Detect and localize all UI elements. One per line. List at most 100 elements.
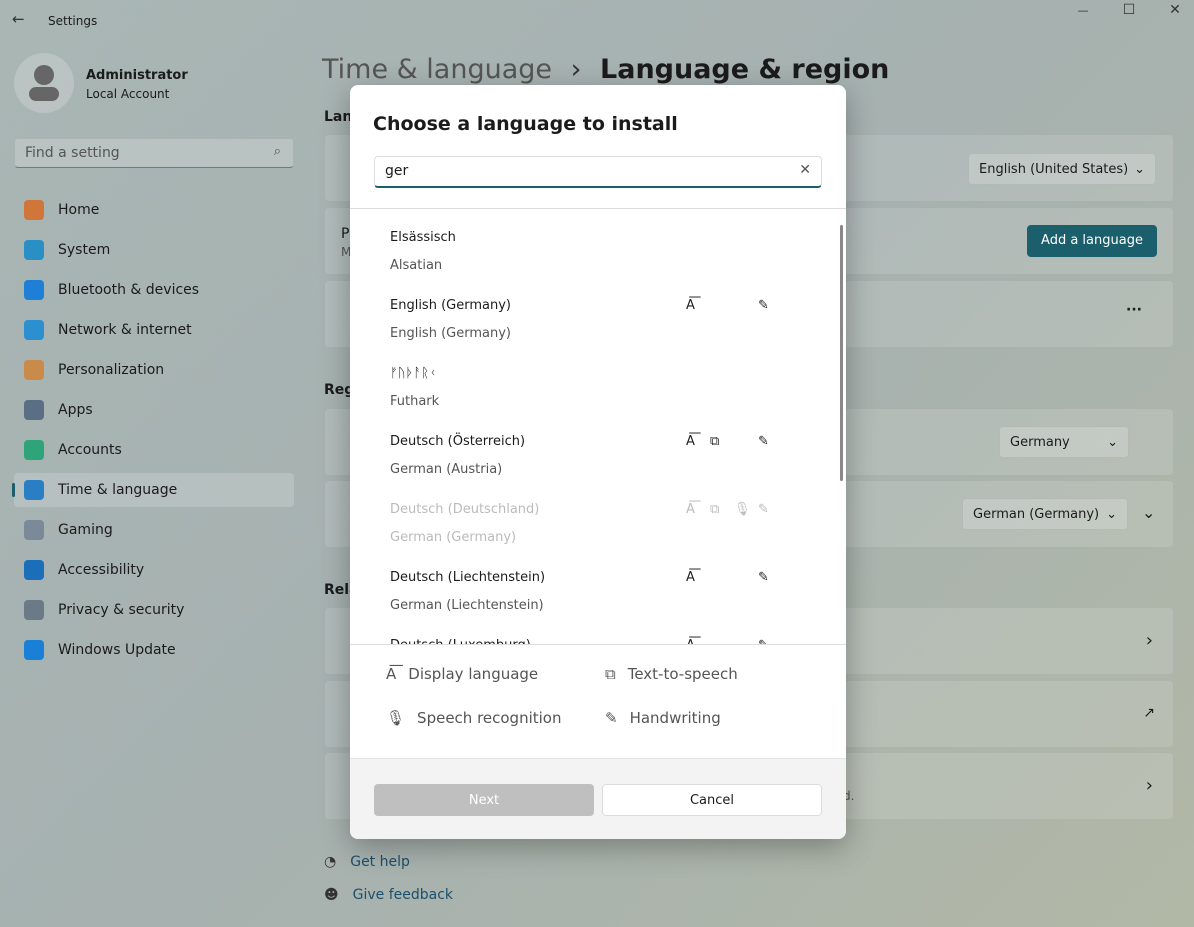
next-button[interactable]: Next	[374, 784, 594, 816]
maximize-button[interactable]: ☐	[1109, 2, 1149, 18]
display-feature-icon: A͞	[686, 298, 695, 313]
chevron-down-icon: ⌄	[1107, 434, 1118, 450]
minimize-button[interactable]: —	[1063, 4, 1103, 17]
sidebar-icon	[24, 480, 44, 500]
sidebar-item-label: Privacy & security	[58, 602, 185, 618]
sidebar-icon	[24, 400, 44, 420]
sidebar-item-system[interactable]: System	[14, 233, 294, 267]
sidebar-item-label: Personalization	[58, 362, 165, 378]
native-name: Deutsch (Deutschland)	[390, 502, 540, 517]
sidebar-item-accessibility[interactable]: Accessibility	[14, 553, 294, 587]
breadcrumb-parent[interactable]: Time & language	[322, 54, 552, 85]
card-title: P	[341, 226, 350, 242]
display-language-dropdown[interactable]: English (United States) ⌄	[968, 153, 1156, 185]
display-feature-icon: A͞	[686, 570, 695, 585]
legend-display: A͞ Display language	[386, 665, 538, 683]
sidebar-item-network-internet[interactable]: Network & internet	[14, 313, 294, 347]
search-icon: ⌕	[273, 144, 281, 159]
give-feedback-link[interactable]: ☻ Give feedback	[324, 887, 453, 903]
country-value: Germany	[1010, 434, 1070, 450]
sidebar-item-label: System	[58, 242, 111, 258]
english-name: German (Liechtenstein)	[390, 598, 544, 613]
get-help-link[interactable]: ◔ Get help	[324, 854, 410, 870]
display-language-icon: A͞	[386, 665, 397, 683]
display-feature-icon: A͞	[686, 638, 695, 644]
sidebar-icon	[24, 440, 44, 460]
sidebar-icon	[24, 240, 44, 260]
window-title: Settings	[48, 14, 98, 28]
regional-format-value: German (Germany)	[973, 506, 1100, 522]
search-placeholder: Find a setting	[25, 145, 120, 161]
search-input[interactable]: Find a setting ⌕	[14, 138, 294, 168]
page-title: Language & region	[600, 54, 890, 85]
language-option[interactable]: Deutsch (Liechtenstein) German (Liechtens…	[390, 557, 820, 625]
feedback-icon: ☻	[324, 887, 339, 903]
handwriting-feature-icon: ✎	[758, 502, 769, 517]
language-search-input[interactable]: ger ✕	[374, 156, 822, 188]
language-option[interactable]: ᚠᚢᚦᚨᚱᚲ Futhark	[390, 353, 820, 421]
native-name: Elsässisch	[390, 230, 456, 245]
handwriting-feature-icon: ✎	[758, 434, 769, 449]
sidebar-icon	[24, 560, 44, 580]
sidebar-item-label: Gaming	[58, 522, 113, 538]
get-help-label: Get help	[350, 854, 410, 870]
dialog-title: Choose a language to install	[373, 113, 678, 135]
chevron-right-icon: ›	[1145, 775, 1153, 796]
microphone-icon: 🎙︎	[386, 709, 406, 727]
native-name: Deutsch (Österreich)	[390, 434, 526, 449]
sidebar-item-apps[interactable]: Apps	[14, 393, 294, 427]
handwriting-feature-icon: ✎	[758, 570, 769, 585]
sidebar-item-privacy-security[interactable]: Privacy & security	[14, 593, 294, 627]
display-feature-icon: A͞	[686, 434, 695, 449]
sidebar-icon	[24, 280, 44, 300]
language-option[interactable]: English (Germany) English (Germany) A͞ ✎	[390, 285, 820, 353]
chevron-right-icon: ›	[570, 54, 582, 85]
language-list: Elsässisch Alsatian English (Germany) Engli…	[350, 208, 846, 645]
sidebar-item-label: Accessibility	[58, 562, 145, 578]
sidebar-item-windows-update[interactable]: Windows Update	[14, 633, 294, 667]
english-name: German (Austria)	[390, 462, 503, 477]
language-option[interactable]: Deutsch (Luxemburg) A͞ ✎	[390, 625, 820, 644]
close-button[interactable]: ✕	[1155, 2, 1194, 18]
sidebar-icon	[24, 600, 44, 620]
language-option[interactable]: Elsässisch Alsatian	[390, 217, 820, 285]
expand-chevron-icon[interactable]: ⌄	[1142, 503, 1155, 522]
display-language-value: English (United States)	[979, 161, 1129, 177]
sidebar-item-label: Home	[58, 202, 100, 218]
legend-label: Display language	[408, 665, 539, 683]
country-dropdown[interactable]: Germany ⌄	[999, 426, 1129, 458]
dialog-footer: Next Cancel	[350, 758, 846, 839]
scrollbar[interactable]	[840, 225, 843, 481]
active-indicator	[12, 483, 15, 497]
sidebar-item-label: Accounts	[58, 442, 122, 458]
english-name: German (Germany)	[390, 530, 517, 545]
breadcrumb: Time & language › Language & region	[322, 54, 889, 85]
user-name: Administrator	[86, 68, 188, 83]
back-button[interactable]: ←	[12, 10, 25, 28]
clear-icon[interactable]: ✕	[799, 162, 811, 178]
search-value: ger	[385, 163, 409, 179]
more-options-button[interactable]: ···	[1126, 302, 1142, 318]
legend-label: Handwriting	[629, 709, 721, 727]
legend-handwriting: ✎ Handwriting	[605, 709, 721, 727]
sidebar-item-home[interactable]: Home	[14, 193, 294, 227]
sidebar-item-time-language[interactable]: Time & language	[12, 473, 294, 507]
sidebar-item-personalization[interactable]: Personalization	[14, 353, 294, 387]
sidebar-item-accounts[interactable]: Accounts	[14, 433, 294, 467]
speech-feature-icon: 🎙︎	[734, 502, 751, 517]
add-language-button[interactable]: Add a language	[1027, 225, 1157, 257]
avatar	[14, 53, 74, 113]
sidebar-item-gaming[interactable]: Gaming	[14, 513, 294, 547]
native-name: ᚠᚢᚦᚨᚱᚲ	[390, 366, 437, 381]
give-feedback-label: Give feedback	[352, 887, 454, 903]
english-name: Alsatian	[390, 258, 443, 273]
tts-feature-icon: ⧉	[710, 434, 720, 449]
native-name: Deutsch (Liechtenstein)	[390, 570, 546, 585]
sidebar-item-bluetooth-devices[interactable]: Bluetooth & devices	[14, 273, 294, 307]
legend-tts: ⧉ Text-to-speech	[605, 665, 738, 683]
regional-format-dropdown[interactable]: German (Germany) ⌄	[962, 498, 1128, 530]
english-name: Futhark	[390, 394, 440, 409]
language-option[interactable]: Deutsch (Österreich) German (Austria) A͞ ⧉ ✎	[390, 421, 820, 489]
cancel-button[interactable]: Cancel	[602, 784, 822, 816]
handwriting-feature-icon: ✎	[758, 638, 769, 644]
